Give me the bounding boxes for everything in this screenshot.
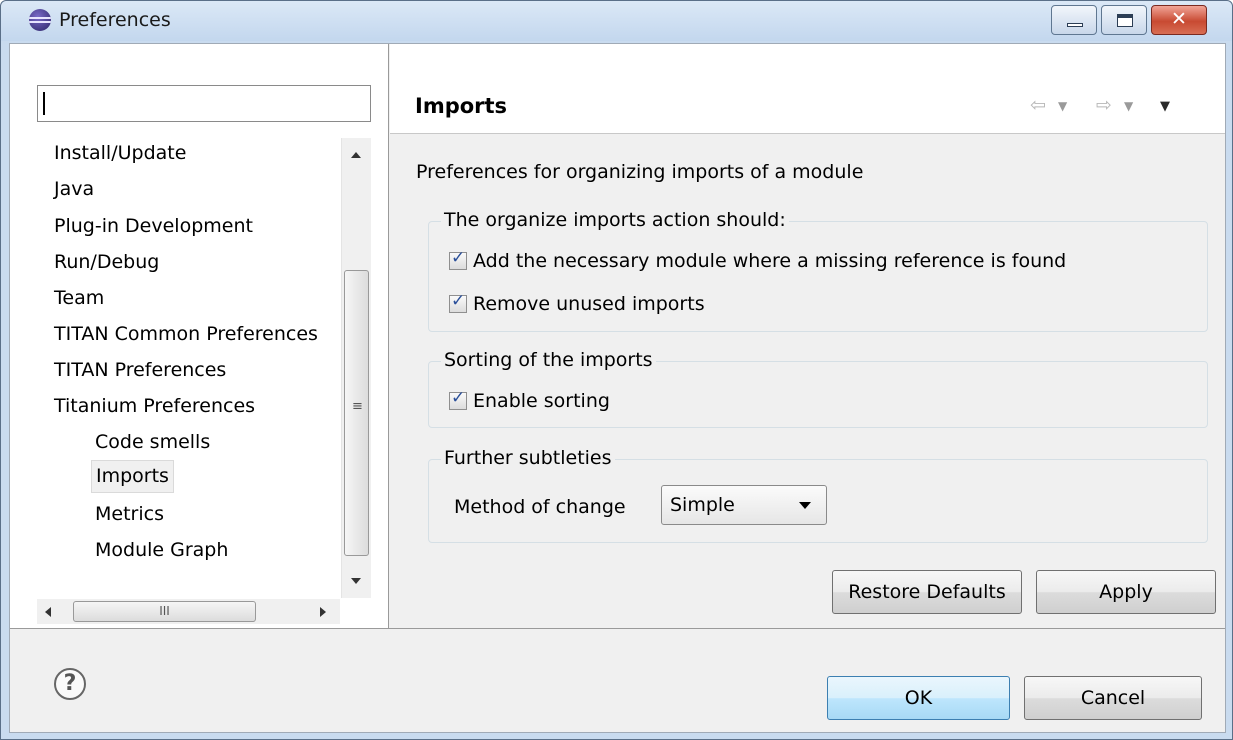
eclipse-icon: [29, 9, 51, 31]
tree-vertical-scrollbar[interactable]: ≡: [341, 138, 371, 598]
chevron-down-icon: [799, 502, 811, 509]
sorting-group: Sorting of the imports ✓ Enable sorting: [428, 349, 1208, 428]
checkbox-label[interactable]: Remove unused imports: [473, 293, 705, 315]
scroll-right-icon[interactable]: [320, 607, 326, 617]
apply-button[interactable]: Apply: [1036, 570, 1216, 614]
help-icon[interactable]: ?: [54, 668, 86, 700]
filter-input[interactable]: [37, 85, 371, 122]
page-header: Imports ⇦ ▼ ⇨ ▼ ▼: [390, 44, 1225, 134]
scroll-grip-icon: ≡: [352, 399, 363, 414]
scroll-down-icon[interactable]: [351, 578, 361, 584]
tree-item-imports[interactable]: Imports: [91, 460, 174, 493]
checkbox-box[interactable]: ✓: [449, 388, 467, 410]
forward-arrow-icon[interactable]: ⇨: [1096, 94, 1112, 116]
select-value: Simple: [670, 494, 735, 516]
group-legend: Sorting of the imports: [441, 349, 656, 371]
dialog-button-bar: ? OK Cancel: [10, 628, 1225, 732]
group-legend: The organize imports action should:: [441, 209, 789, 231]
close-icon: ✕: [1171, 8, 1187, 30]
preference-tree-panel: Install/Update Java Plug-in Development …: [10, 44, 389, 628]
page-description: Preferences for organizing imports of a …: [416, 161, 864, 183]
tree-item-titanium-preferences[interactable]: Titanium Preferences: [54, 390, 255, 423]
enable-sorting-checkbox[interactable]: ✓ Enable sorting: [449, 388, 610, 414]
preference-tree: Install/Update Java Plug-in Development …: [10, 138, 340, 598]
scroll-up-icon[interactable]: [351, 152, 361, 158]
tree-item-code-smells[interactable]: Code smells: [95, 426, 210, 459]
group-legend: Further subtleties: [441, 447, 615, 469]
remove-unused-imports-checkbox[interactable]: ✓ Remove unused imports: [449, 291, 705, 317]
checkmark-icon: ✓: [451, 248, 466, 268]
vertical-scroll-thumb[interactable]: ≡: [344, 270, 369, 556]
tree-item-team[interactable]: Team: [54, 282, 104, 315]
back-arrow-icon[interactable]: ⇦: [1030, 94, 1046, 116]
horizontal-scroll-thumb[interactable]: III: [73, 601, 256, 622]
tree-horizontal-scrollbar[interactable]: III: [37, 599, 340, 624]
tree-item-java[interactable]: Java: [54, 173, 94, 206]
tree-item-titan-common-preferences[interactable]: TITAN Common Preferences: [54, 318, 318, 351]
maximize-button[interactable]: [1101, 5, 1147, 35]
restore-defaults-button[interactable]: Restore Defaults: [832, 570, 1022, 614]
cancel-button[interactable]: Cancel: [1024, 676, 1202, 720]
text-caret: [43, 92, 45, 115]
scroll-grip-icon: III: [159, 604, 170, 618]
checkbox-label[interactable]: Enable sorting: [473, 390, 610, 412]
tree-item-titan-preferences[interactable]: TITAN Preferences: [54, 354, 226, 387]
method-of-change-select[interactable]: Simple: [661, 485, 827, 525]
checkbox-box[interactable]: ✓: [449, 291, 467, 313]
ok-button[interactable]: OK: [827, 676, 1010, 720]
minimize-icon: [1067, 23, 1083, 27]
tree-item-plugin-development[interactable]: Plug-in Development: [54, 210, 253, 243]
close-button[interactable]: ✕: [1151, 5, 1207, 35]
minimize-button[interactable]: [1051, 5, 1097, 35]
add-module-checkbox[interactable]: ✓ Add the necessary module where a missi…: [449, 248, 1066, 274]
maximize-icon: [1117, 14, 1133, 27]
dialog-client-area: Install/Update Java Plug-in Development …: [9, 43, 1226, 733]
checkbox-label[interactable]: Add the necessary module where a missing…: [473, 250, 1066, 272]
page-title: Imports: [415, 94, 508, 118]
checkmark-icon: ✓: [451, 291, 466, 311]
organize-imports-group: The organize imports action should: ✓ Ad…: [428, 209, 1208, 332]
tree-item-module-graph[interactable]: Module Graph: [95, 534, 228, 567]
preferences-window: Preferences ✕ Install/Update Java Plug-i…: [0, 0, 1233, 740]
tree-item-metrics[interactable]: Metrics: [95, 498, 164, 531]
back-history-dropdown-icon[interactable]: ▼: [1058, 99, 1067, 113]
scroll-left-icon[interactable]: [45, 607, 51, 617]
forward-history-dropdown-icon[interactable]: ▼: [1124, 99, 1133, 113]
checkmark-icon: ✓: [451, 388, 466, 408]
checkbox-box[interactable]: ✓: [449, 248, 467, 270]
preference-page: Imports ⇦ ▼ ⇨ ▼ ▼ Preferences for organi…: [390, 44, 1225, 628]
further-subtleties-group: Further subtleties Method of change Simp…: [428, 447, 1208, 543]
window-title: Preferences: [59, 9, 171, 31]
tree-item-install-update[interactable]: Install/Update: [54, 138, 186, 170]
title-bar[interactable]: Preferences ✕: [1, 1, 1232, 41]
method-of-change-label: Method of change: [454, 496, 626, 518]
tree-item-run-debug[interactable]: Run/Debug: [54, 246, 159, 279]
view-menu-icon[interactable]: ▼: [1160, 99, 1170, 114]
